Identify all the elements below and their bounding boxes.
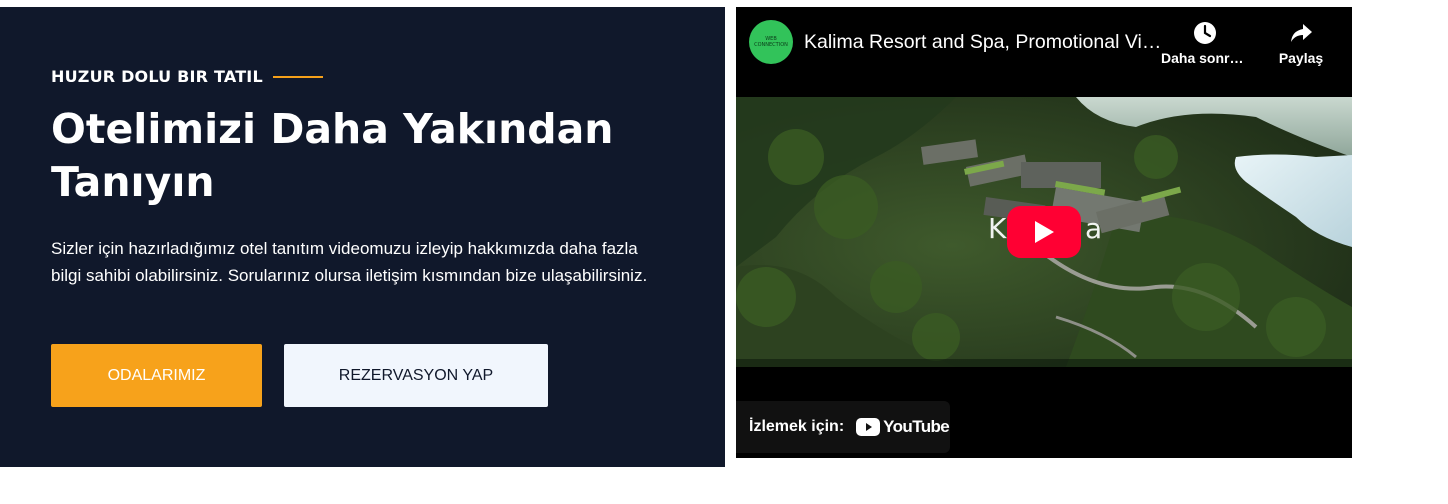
video-header: WEB CONNECTION Kalima Resort and Spa, Pr… xyxy=(736,7,1352,97)
share-arrow-icon xyxy=(1288,20,1314,46)
video-overlay-text-left: K xyxy=(988,212,1009,245)
youtube-logo-icon xyxy=(856,418,881,436)
eyebrow: HUZUR DOLU BIR TATIL xyxy=(51,67,323,86)
video-title[interactable]: Kalima Resort and Spa, Promotional Video xyxy=(804,31,1164,54)
youtube-logo: YouTube xyxy=(856,417,950,437)
play-button[interactable] xyxy=(1007,206,1081,258)
watch-on-youtube[interactable]: İzlemek için: YouTube xyxy=(736,401,950,453)
channel-avatar[interactable]: WEB CONNECTION xyxy=(749,20,793,64)
eyebrow-text: HUZUR DOLU BIR TATIL xyxy=(51,67,263,86)
hero-panel: HUZUR DOLU BIR TATIL Otelimizi Daha Yakı… xyxy=(0,7,725,467)
watch-on-label: İzlemek için: xyxy=(749,418,845,435)
page-title: Otelimizi Daha Yakından Tanıyın xyxy=(51,105,614,206)
youtube-embed[interactable]: K a WEB CONNECTION Kalima Resort and Spa… xyxy=(736,7,1352,458)
share-button[interactable]: Paylaş xyxy=(1257,20,1345,66)
clock-icon xyxy=(1192,20,1218,46)
eyebrow-accent-line xyxy=(272,75,323,78)
share-label: Paylaş xyxy=(1278,50,1324,66)
rooms-button[interactable]: ODALARIMIZ xyxy=(51,344,262,407)
watch-later-button[interactable]: Daha sonra izle xyxy=(1161,20,1249,66)
hero-description: Sizler için hazırladığımız otel tanıtım … xyxy=(51,239,648,285)
play-icon xyxy=(1035,221,1054,243)
video-overlay-text-right: a xyxy=(1085,212,1105,245)
youtube-logo-text: YouTube xyxy=(883,417,950,436)
watch-later-label: Daha sonra izle xyxy=(1161,50,1249,66)
reservation-button[interactable]: REZERVASYON YAP xyxy=(284,344,548,407)
